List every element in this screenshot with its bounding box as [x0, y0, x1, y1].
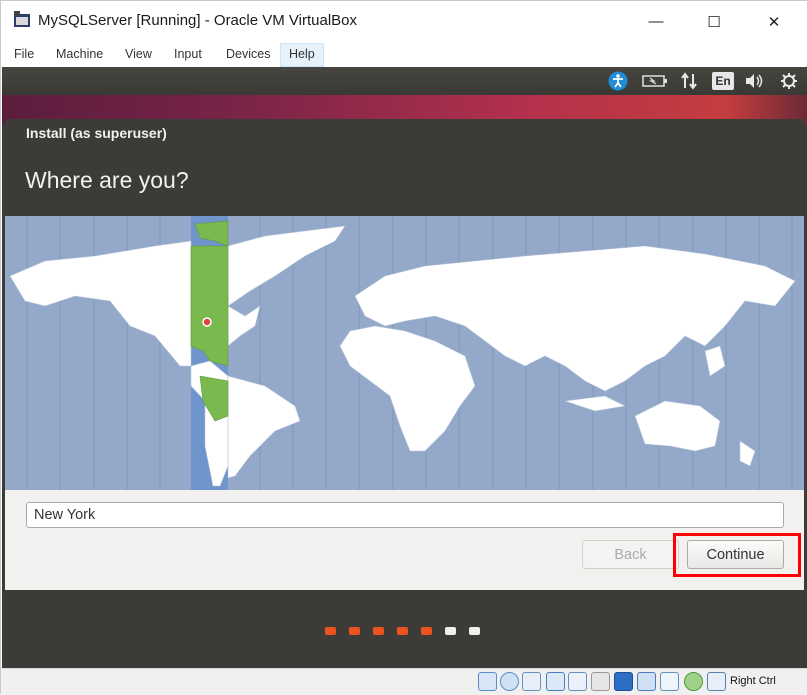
window-title: MySQLServer [Running] - Oracle VM Virtua… — [38, 12, 358, 29]
virtualbox-window: MySQLServer [Running] - Oracle VM Virtua… — [0, 0, 807, 695]
progress-dot — [421, 627, 432, 635]
network-icon[interactable] — [680, 72, 698, 90]
progress-dot — [373, 627, 384, 635]
usb-icon[interactable] — [568, 672, 587, 691]
timezone-map[interactable] — [5, 216, 804, 490]
installer-header: Install (as superuser) Where are you? — [5, 119, 804, 215]
volume-icon[interactable] — [744, 72, 764, 90]
installer-dialog: Install (as superuser) Where are you? Ne… — [5, 119, 804, 668]
ubuntu-top-panel: En — [2, 67, 807, 95]
menu-devices[interactable]: Devices — [222, 45, 274, 65]
menu-view[interactable]: View — [121, 45, 156, 65]
battery-icon[interactable] — [642, 72, 668, 90]
hard-disk-icon[interactable] — [478, 672, 497, 691]
shared-folders-icon[interactable] — [591, 672, 610, 691]
progress-dot — [445, 627, 456, 635]
progress-dots — [325, 627, 480, 635]
installer-footer — [5, 590, 804, 668]
optical-drive-icon[interactable] — [500, 672, 519, 691]
keyboard-language-icon[interactable]: En — [712, 72, 734, 90]
menu-machine[interactable]: Machine — [52, 45, 107, 65]
host-key-icon[interactable] — [707, 672, 726, 691]
cpu-icon[interactable] — [660, 672, 679, 691]
power-icon[interactable] — [779, 72, 799, 90]
location-pin-icon — [202, 317, 212, 327]
highlight-box — [673, 533, 801, 577]
menu-input[interactable]: Input — [170, 45, 206, 65]
vm-display[interactable]: En Install (as superuser) Where are you? — [2, 67, 807, 668]
accessibility-icon[interactable] — [608, 71, 628, 91]
progress-dot — [325, 627, 336, 635]
display-icon[interactable] — [614, 672, 633, 691]
installer-content: Back Continue — [5, 490, 804, 590]
title-bar: MySQLServer [Running] - Oracle VM Virtua… — [1, 1, 807, 42]
minimize-button[interactable]: — — [633, 1, 679, 42]
host-key-label: Right Ctrl — [730, 675, 776, 687]
video-capture-icon[interactable] — [637, 672, 656, 691]
menu-help[interactable]: Help — [280, 43, 324, 67]
installer-window-title: Install (as superuser) — [26, 125, 167, 141]
audio-icon[interactable] — [522, 672, 541, 691]
progress-dot — [397, 627, 408, 635]
menu-file[interactable]: File — [10, 45, 38, 65]
progress-dot — [349, 627, 360, 635]
network-adapter-icon[interactable] — [546, 672, 565, 691]
back-button[interactable]: Back — [582, 540, 679, 569]
progress-dot — [469, 627, 480, 635]
status-bar: Right Ctrl — [1, 668, 807, 695]
page-heading: Where are you? — [25, 167, 189, 193]
virtualbox-app-icon — [14, 11, 30, 27]
mouse-integration-icon[interactable] — [684, 672, 703, 691]
menu-bar: File Machine View Input Devices Help — [1, 42, 807, 67]
maximize-button[interactable]: ☐ — [691, 1, 737, 42]
close-button[interactable]: ✕ — [751, 1, 797, 42]
location-input[interactable] — [26, 502, 784, 528]
